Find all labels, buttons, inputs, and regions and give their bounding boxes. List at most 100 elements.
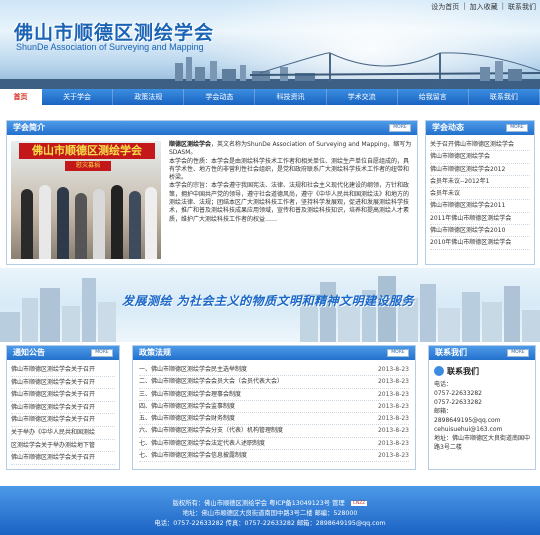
contact-panel-title: 联系我们 (435, 348, 467, 357)
list-item[interactable]: 2010年佛山市顺德区测绘学会 (430, 237, 530, 250)
nav-item-tech-news[interactable]: 科技资讯 (255, 89, 327, 105)
nav-item-about[interactable]: 关于学会 (42, 89, 114, 105)
list-item[interactable]: 佛山市顺德区测绘学会2012 (430, 164, 530, 176)
list-item[interactable]: 佛山市顺德区测绘学会关于召开 (11, 377, 115, 390)
list-item[interactable]: 佛山市顺德区测绘学会关于召开 (11, 364, 115, 377)
list-item[interactable]: 七、佛山市顺德区测绘学会法定代表人述职制度 2013-8-23 (139, 438, 409, 451)
list-item[interactable]: 关于召开佛山市顺德区测绘学会 (430, 139, 530, 152)
law-date: 2013-8-23 (377, 415, 409, 423)
footer-line-3: 电话：0757-22633282 传真：0757-22633282 邮箱：289… (154, 520, 386, 527)
list-item[interactable]: 区测绘学会关于举办测绘地下管 (11, 440, 115, 453)
footer-copyright: 版权所有：佛山市顺德区测绘学会 粤ICP备13049123号 管理 (172, 500, 345, 507)
list-item[interactable]: 佛山市顺德区测绘学会关于召开 (11, 414, 115, 427)
site-header: 设为首页 | 加入收藏 | 联系我们 佛山市顺德区测绘学会 ShunDe Ass… (0, 0, 540, 89)
contact-line: 0757-22633282 (434, 399, 482, 406)
nav-item-academic[interactable]: 学术交流 (327, 89, 398, 105)
dynamics-more-button[interactable]: MORE (506, 124, 528, 132)
main-nav: 首页 关于学会 政策法规 学会动态 科技资讯 学术交流 给我留言 联系我们 (0, 89, 540, 105)
set-homepage-link[interactable]: 设为首页 (431, 2, 459, 12)
person-figure (75, 193, 87, 259)
law-date: 2013-8-23 (377, 390, 409, 398)
dynamics-panel: 学会动态 MORE 关于召开佛山市顺德区测绘学会 佛山市顺德区测绘学会 佛山市顺… (425, 120, 535, 265)
laws-panel-header: 政策法规 MORE (133, 346, 415, 360)
contact-line: 邮箱： (434, 408, 453, 415)
contact-line: 2898649195@qq.com (434, 417, 501, 424)
list-item[interactable]: 关于举办《中华人民共和国测绘 (11, 427, 115, 440)
contact-more-button[interactable]: MORE (507, 349, 529, 357)
dynamics-list: 关于召开佛山市顺德区测绘学会 佛山市顺德区测绘学会 佛山市顺德区测绘学会2012… (426, 135, 534, 250)
list-item[interactable]: 会员年未议--2012年1 (430, 176, 530, 189)
list-item[interactable]: 佛山市顺德区测绘学会关于召开 (11, 452, 115, 465)
list-item[interactable]: 佛山市顺德区测绘学会 (430, 151, 530, 164)
laws-more-button[interactable]: MORE (387, 349, 409, 357)
list-item[interactable]: 佛山市顺德区测绘学会2010 (430, 225, 530, 238)
notices-panel-title: 通知公告 (13, 348, 45, 357)
intro-panel: 学会简介 MORE 佛山市顺德区测绘学会 慰灾募捐 顺德区测绘学会，英文名称为S… (6, 120, 418, 265)
notices-panel: 通知公告 MORE 佛山市顺德区测绘学会关于召开 佛山市顺德区测绘学会关于召开 … (6, 345, 120, 470)
nav-item-dynamics[interactable]: 学会动态 (184, 89, 256, 105)
nav-item-guestbook[interactable]: 给我留言 (398, 89, 469, 105)
contact-line: 电话： (434, 381, 453, 388)
notices-list: 佛山市顺德区测绘学会关于召开 佛山市顺德区测绘学会关于召开 佛山市顺德区测绘学会… (7, 360, 119, 465)
add-favorite-link[interactable]: 加入收藏 (470, 2, 498, 12)
list-item[interactable]: 会员年未议 (430, 188, 530, 201)
list-item[interactable]: 一、佛山市顺德区测绘学会民主选举制度 2013-8-23 (139, 364, 409, 377)
person-figure (145, 187, 157, 259)
law-title: 七、佛山市顺德区测绘学会信息披露制度 (139, 452, 248, 460)
separator: | (501, 2, 504, 10)
person-figure (129, 191, 141, 259)
law-title: 六、佛山市顺德区测绘学会分支（代表）机构管理制度 (139, 427, 284, 435)
dynamics-panel-header: 学会动态 MORE (426, 121, 534, 135)
law-title: 七、佛山市顺德区测绘学会法定代表人述职制度 (139, 439, 266, 447)
law-title: 二、佛山市顺德区测绘学会会员大会（会员代表大会） (139, 378, 284, 386)
law-date: 2013-8-23 (377, 439, 409, 447)
list-item[interactable]: 三、佛山市顺德区测绘学会理事会制度 2013-8-23 (139, 389, 409, 401)
intro-paragraph-2: 本学会的性质：本学会是由测绘科学技术工作者和相关单位、测绘生产单位自愿组成的，具… (169, 157, 410, 182)
nav-item-contact[interactable]: 联系我们 (469, 89, 540, 105)
law-date: 2013-8-23 (377, 427, 409, 435)
list-item[interactable]: 四、佛山市顺德区测绘学会监事制度 2013-8-23 (139, 401, 409, 414)
laws-list: 一、佛山市顺德区测绘学会民主选举制度 2013-8-23 二、佛山市顺德区测绘学会… (133, 360, 415, 463)
slogan-banner: 发展测绘 为社会主义的物质文明和精神文明建设服务 (0, 268, 540, 342)
cnzz-badge[interactable]: CNZZ (350, 500, 368, 506)
list-item[interactable]: 六、佛山市顺德区测绘学会分支（代表）机构管理制度 2013-8-23 (139, 425, 409, 438)
law-title: 三、佛山市顺德区测绘学会理事会制度 (139, 390, 242, 398)
list-item[interactable]: 佛山市顺德区测绘学会关于召开 (11, 402, 115, 415)
dynamics-panel-title: 学会动态 (432, 123, 464, 132)
site-footer: 版权所有：佛山市顺德区测绘学会 粤ICP备13049123号 管理 CNZZ 地… (0, 486, 540, 535)
contact-heading-text: 联系我们 (447, 366, 479, 376)
list-item[interactable]: 二、佛山市顺德区测绘学会会员大会（会员代表大会） 2013-8-23 (139, 376, 409, 389)
law-date: 2013-8-23 (377, 366, 409, 373)
intro-photo[interactable]: 佛山市顺德区测绘学会 慰灾募捐 (11, 141, 161, 259)
list-item[interactable]: 2011年佛山市顺德区测绘学会 (430, 213, 530, 226)
notices-more-button[interactable]: MORE (91, 349, 113, 357)
person-figure (39, 185, 51, 259)
nav-item-policy[interactable]: 政策法规 (113, 89, 185, 105)
person-figure (57, 187, 69, 259)
intro-more-button[interactable]: MORE (389, 124, 411, 132)
contact-us-link[interactable]: 联系我们 (508, 2, 536, 12)
laws-panel-title: 政策法规 (139, 348, 171, 357)
separator: | (463, 2, 466, 10)
photo-banner: 佛山市顺德区测绘学会 (19, 143, 155, 159)
top-links: 设为首页 | 加入收藏 | 联系我们 (431, 2, 536, 12)
intro-panel-title: 学会简介 (13, 123, 45, 132)
contact-line: 地址：佛山市顺德区大良街道南国中路3号二楼 (434, 435, 531, 451)
contact-panel-header: 联系我们 MORE (429, 346, 535, 360)
person-figure (21, 189, 33, 259)
law-date: 2013-8-23 (377, 402, 409, 410)
intro-paragraph-3: 本学会的宗旨：本学会遵守我国宪法、法律、法规和社会主义现代化建设的纲领，方针和政… (169, 182, 410, 223)
intro-text: 顺德区测绘学会，英文名称为ShunDe Association of Surve… (169, 141, 413, 224)
list-item[interactable]: 五、佛山市顺德区测绘学会财务制度 2013-8-23 (139, 413, 409, 426)
law-date: 2013-8-23 (377, 452, 409, 460)
footer-line-1: 版权所有：佛山市顺德区测绘学会 粤ICP备13049123号 管理 CNZZ (0, 498, 540, 507)
header-skyline-image (0, 52, 540, 89)
laws-panel: 政策法规 MORE 一、佛山市顺德区测绘学会民主选举制度 2013-8-23 二、… (132, 345, 416, 470)
list-item[interactable]: 佛山市顺德区测绘学会关于召开 (11, 389, 115, 402)
intro-lead: 顺德区测绘学会 (169, 141, 212, 148)
law-title: 一、佛山市顺德区测绘学会民主选举制度 (139, 366, 248, 373)
site-subtitle: ShunDe Association of Surveying and Mapp… (16, 42, 204, 52)
nav-item-home[interactable]: 首页 (0, 89, 42, 105)
list-item[interactable]: 佛山市顺德区测绘学会2011 (430, 200, 530, 213)
list-item[interactable]: 七、佛山市顺德区测绘学会信息披露制度 2013-8-23 (139, 450, 409, 463)
